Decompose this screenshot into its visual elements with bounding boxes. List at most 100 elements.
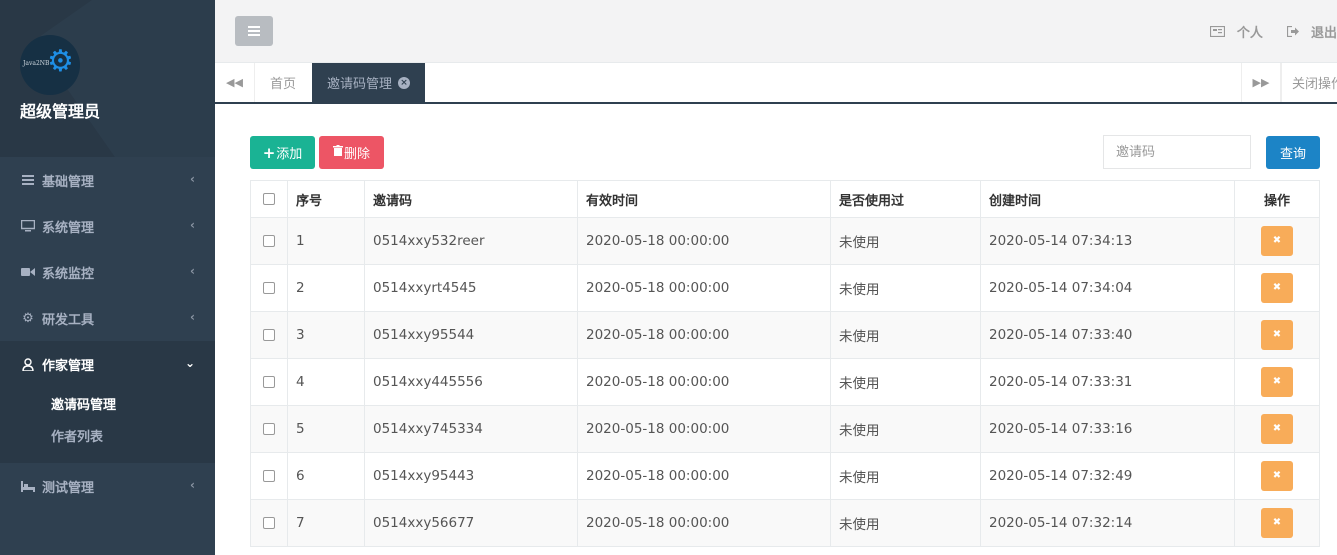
- cell-valid: 2020-05-18 00:00:00: [577, 405, 831, 453]
- chevron-left-icon: ‹: [190, 478, 195, 492]
- cell-used: 未使用: [830, 311, 981, 359]
- cell-used: 未使用: [830, 358, 981, 406]
- delete-row-button[interactable]: ✖: [1261, 367, 1293, 397]
- delete-row-button[interactable]: ✖: [1261, 273, 1293, 303]
- backward-icon: ◀◀: [226, 76, 243, 89]
- cell-code: 0514xxy532reer: [364, 217, 578, 265]
- add-button[interactable]: + 添加: [250, 136, 315, 169]
- delete-row-button[interactable]: ✖: [1261, 508, 1293, 538]
- video-camera-icon: [20, 267, 36, 277]
- top-right-links: 个人 退出: [1209, 22, 1337, 41]
- cell-no: 7: [287, 499, 365, 547]
- cell-used: 未使用: [830, 405, 981, 453]
- col-used: 是否使用过: [830, 180, 981, 218]
- col-no: 序号: [287, 180, 365, 218]
- main-content: +添加 删除 查询 序号 邀请码 有效时间 是否使用过 创建时间 操作 1 05…: [215, 104, 1337, 555]
- select-all-cell[interactable]: [250, 180, 288, 218]
- sidebar-item-test[interactable]: 测试管理 ‹: [0, 463, 215, 509]
- search-button[interactable]: 查询: [1266, 136, 1320, 169]
- cell-valid: 2020-05-18 00:00:00: [577, 217, 831, 265]
- cell-created: 2020-05-14 07:32:49: [980, 452, 1235, 500]
- chevron-left-icon: ‹: [190, 218, 195, 232]
- table-row: 1 0514xxy532reer 2020-05-18 00:00:00 未使用…: [250, 217, 1320, 265]
- col-code: 邀请码: [364, 180, 578, 218]
- tab-label: 邀请码管理: [327, 77, 393, 92]
- row-checkbox[interactable]: [263, 329, 275, 341]
- gear-icon: ⚙: [22, 310, 34, 326]
- sidebar-item-system[interactable]: 系统管理 ‹: [0, 203, 215, 249]
- profile-panel: Java2NB ⚙ 超级管理员: [0, 0, 215, 157]
- row-checkbox[interactable]: [263, 423, 275, 435]
- profile-link[interactable]: 个人: [1209, 22, 1263, 41]
- cell-created: 2020-05-14 07:33:16: [980, 405, 1235, 453]
- bed-icon: [20, 480, 36, 492]
- close-tab-icon[interactable]: ×: [398, 76, 411, 89]
- sidebar-item-devtools[interactable]: ⚙ 研发工具 ‹: [0, 295, 215, 341]
- hamburger-icon: [248, 26, 260, 36]
- table-row: 7 0514xxy56677 2020-05-18 00:00:00 未使用 2…: [250, 499, 1320, 547]
- cell-code: 0514xxy445556: [364, 358, 578, 406]
- col-created: 创建时间: [980, 180, 1235, 218]
- row-checkbox[interactable]: [263, 517, 275, 529]
- gear-logo-icon: ⚙: [47, 44, 74, 79]
- cell-valid: 2020-05-18 00:00:00: [577, 264, 831, 312]
- list-icon: [20, 175, 36, 185]
- tab-scroll-left-button[interactable]: ◀◀: [215, 63, 255, 102]
- plus-icon: +: [262, 143, 276, 162]
- sidebar-item-basic[interactable]: 基础管理 ‹: [0, 157, 215, 203]
- top-bar: 个人 退出: [215, 0, 1337, 63]
- table-row: 2 0514xxyrt4545 2020-05-18 00:00:00 未使用 …: [250, 264, 1320, 312]
- table-row: 5 0514xxy745334 2020-05-18 00:00:00 未使用 …: [250, 405, 1320, 453]
- row-checkbox[interactable]: [263, 282, 275, 294]
- cell-valid: 2020-05-18 00:00:00: [577, 452, 831, 500]
- delete-row-button[interactable]: ✖: [1261, 320, 1293, 350]
- cell-created: 2020-05-14 07:32:14: [980, 499, 1235, 547]
- tab-invite-code[interactable]: 邀请码管理 ×: [312, 63, 426, 102]
- tab-home[interactable]: 首页: [255, 63, 311, 102]
- delete-button[interactable]: 删除: [319, 136, 384, 169]
- delete-row-button[interactable]: ✖: [1261, 414, 1293, 444]
- logo-text: Java2NB: [23, 60, 50, 67]
- sidebar-item-label: 作家管理: [42, 358, 95, 374]
- close-operations-menu[interactable]: 关闭操作: [1281, 63, 1337, 102]
- logout-link[interactable]: 退出: [1286, 22, 1337, 41]
- trash-icon: [332, 145, 343, 160]
- row-checkbox[interactable]: [263, 470, 275, 482]
- cell-no: 4: [287, 358, 365, 406]
- cell-valid: 2020-05-18 00:00:00: [577, 499, 831, 547]
- invite-code-search-input[interactable]: [1103, 135, 1251, 169]
- menu-toggle-button[interactable]: [235, 16, 273, 46]
- cell-no: 3: [287, 311, 365, 359]
- desktop-icon: [20, 220, 36, 232]
- tab-scroll-right-button[interactable]: ▶▶: [1241, 63, 1281, 102]
- avatar[interactable]: Java2NB ⚙: [20, 35, 80, 95]
- cell-no: 5: [287, 405, 365, 453]
- user-icon: [20, 357, 36, 371]
- submenu-author-list[interactable]: 作者列表: [0, 419, 215, 451]
- logout-label: 退出: [1310, 26, 1337, 41]
- table-row: 4 0514xxy445556 2020-05-18 00:00:00 未使用 …: [250, 358, 1320, 406]
- chevron-left-icon: ‹: [190, 172, 195, 186]
- cell-created: 2020-05-14 07:34:04: [980, 264, 1235, 312]
- row-checkbox[interactable]: [263, 235, 275, 247]
- select-all-checkbox[interactable]: [263, 193, 275, 205]
- submenu-invite-code[interactable]: 邀请码管理: [0, 387, 215, 419]
- chevron-left-icon: ‹: [190, 310, 195, 324]
- cell-no: 2: [287, 264, 365, 312]
- cell-code: 0514xxy95544: [364, 311, 578, 359]
- tabs-row: ◀◀ 首页 邀请码管理 × ▶▶ 关闭操作: [215, 63, 1337, 104]
- chevron-down-icon: ⌄: [184, 356, 195, 370]
- sidebar-item-label: 系统管理: [42, 220, 95, 236]
- cell-valid: 2020-05-18 00:00:00: [577, 311, 831, 359]
- delete-row-button[interactable]: ✖: [1261, 226, 1293, 256]
- delete-row-button[interactable]: ✖: [1261, 461, 1293, 491]
- sidebar-item-label: 系统监控: [42, 266, 95, 282]
- sidebar-item-writer[interactable]: 作家管理 ⌄: [0, 341, 215, 387]
- sidebar-item-monitor[interactable]: 系统监控 ‹: [0, 249, 215, 295]
- table-row: 3 0514xxy95544 2020-05-18 00:00:00 未使用 2…: [250, 311, 1320, 359]
- col-valid: 有效时间: [577, 180, 831, 218]
- table-header-row: 序号 邀请码 有效时间 是否使用过 创建时间 操作: [250, 180, 1320, 218]
- admin-name[interactable]: 超级管理员: [20, 98, 100, 122]
- row-checkbox[interactable]: [263, 376, 275, 388]
- cell-created: 2020-05-14 07:33:31: [980, 358, 1235, 406]
